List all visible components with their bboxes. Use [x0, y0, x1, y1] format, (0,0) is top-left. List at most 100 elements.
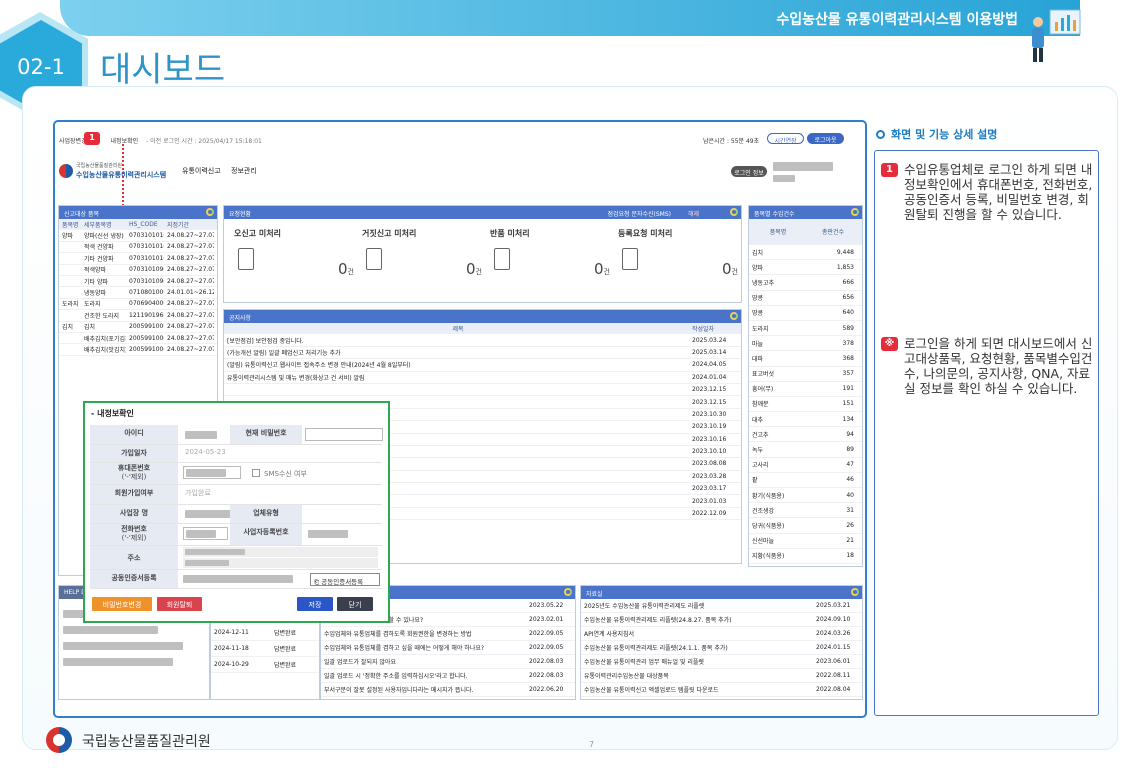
table-row[interactable]: 배추김치(맛김치)200599100024.08.27~27.07.31 [59, 344, 217, 356]
table-row[interactable]: 김치 김치 200599100024.08.27~27.07.31 [59, 322, 217, 333]
table-row[interactable]: 대파 368 [749, 351, 862, 367]
table-row[interactable]: 신선마늘 21 [749, 534, 862, 549]
table-row[interactable]: 고사리 47 [749, 458, 862, 473]
change-password-button[interactable]: 비밀번호변경 [92, 597, 152, 611]
cert-register-button[interactable]: ⎗ 공동인증서등록 [310, 573, 380, 586]
table-row[interactable]: (알림) 유통이력신고 웹사이트 접속주소 변경 안내(2024년 4월 8일부… [224, 359, 741, 372]
request-item[interactable]: 등록요청 미처리 0건 [618, 228, 738, 288]
page-number: 7 [589, 740, 595, 749]
table-row[interactable]: 수입농산물 유통이력관리제도 리플렛(24.8.27. 품목 추가) 2024.0… [581, 613, 862, 627]
table-row[interactable]: 팥 46 [749, 473, 862, 488]
import-count: 666 [842, 278, 854, 286]
faq-date: 2022.08.03 [529, 672, 564, 679]
table-row[interactable]: 기타 건양파 070310101024.08.27~27.07.31 [59, 253, 217, 265]
table-row[interactable]: 일괄 업로드 시 '정확한 주소를 입력하십시오'라고 합니다. 2022.08.… [321, 669, 575, 683]
table-row[interactable]: 냉동고추 666 [749, 275, 862, 291]
withdraw-button[interactable]: 회원탈퇴 [157, 597, 202, 611]
table-row[interactable]: 대추 134 [749, 412, 862, 428]
table-row[interactable]: 당귀(식품용) 26 [749, 518, 862, 534]
import-count: 21 [846, 537, 854, 545]
table-row[interactable]: (가능개선 알림) 일괄 폐업신고 처리기능 추가 2025.03.14 [224, 347, 741, 360]
table-row[interactable]: 수입농산물 유통이력관리 업무 매뉴얼 및 리플렛 2023.06.01 [581, 655, 862, 669]
table-row[interactable]: 적색 건양파 070310101024.08.27~27.07.31 [59, 242, 217, 254]
my-info-link[interactable]: 내정보확인 [111, 138, 139, 145]
table-row[interactable]: 2025년도 수입농산물 유통이력관리제도 리플렛 2025.03.21 [581, 599, 862, 613]
save-button[interactable]: 저장 [297, 597, 333, 611]
table-row[interactable]: 건조한 도라지 121190196024.08.27~27.07.31 [59, 310, 217, 322]
site-change-link[interactable]: 사업장변경 [59, 138, 87, 145]
address-input[interactable] [183, 547, 378, 557]
table-row[interactable]: 부서구분이 잘못 설정된 사용자입니다라는 메시지가 뜹니다. 2022.06.2… [321, 683, 575, 697]
nav-info-management[interactable]: 정보관리 [231, 166, 257, 176]
refresh-icon[interactable] [730, 208, 738, 216]
table-row[interactable]: 수입업체와 유통업체를 겸하고 싶을 때에는 어떻게 해야 하나요? 2022.0… [321, 641, 575, 655]
address-detail-input[interactable] [183, 558, 378, 568]
table-row[interactable]: 배추김치(포기김치)200599100024.08.27~27.07.31 [59, 333, 217, 345]
table-row[interactable]: 수입업체와 유통업체를 겸하도록 회원권한을 변경하는 방법 2022.09.05 [321, 627, 575, 641]
table-row[interactable]: 수입농산물 유통이력관리제도 리플렛(24.1.1. 품목 추가) 2024.01… [581, 641, 862, 655]
login-info-button[interactable]: 로그인 정보 [731, 166, 767, 177]
tel-input[interactable] [183, 527, 228, 540]
table-row[interactable]: 참깨분 151 [749, 397, 862, 413]
refresh-icon[interactable] [851, 208, 859, 216]
table-row[interactable]: [보안점검] 보안점검 중입니다. 2025.03.24 [224, 334, 741, 347]
table-row[interactable]: 땅콩 656 [749, 291, 862, 306]
table-row[interactable]: 유통이력관리시스템 및 매뉴 변경(화상고 건 서비) 알림 2024.01.04 [224, 372, 741, 384]
table-row[interactable]: 도라지 도라지 070690400024.08.27~27.07.31 [59, 299, 217, 311]
table-row[interactable]: 도라지 589 [749, 321, 862, 337]
table-row[interactable]: 건조생강 31 [749, 503, 862, 519]
table-row[interactable]: 일괄 업로드가 잘되지 않아요 2022.08.03 [321, 655, 575, 669]
sms-checkbox[interactable] [252, 469, 260, 477]
table-row[interactable]: 냉동양파 071080100024.01.01~26.12.31 [59, 287, 217, 299]
table-row[interactable]: 수입농산물 유통이력신고 엑셀업로드 템플릿 다운로드 2022.08.04 [581, 683, 862, 697]
table-row[interactable]: 흥어(무) 191 [749, 382, 862, 397]
table-row[interactable]: 유통이력관리수입농산물 대상품목 2022.08.11 [581, 669, 862, 683]
extend-session-button[interactable]: 시간연장 [767, 133, 804, 144]
table-row[interactable]: 건고추 94 [749, 427, 862, 443]
table-row[interactable]: 김치 9,448 [749, 245, 862, 261]
table-row[interactable]: 표고버섯 357 [749, 367, 862, 382]
table-row[interactable]: 마늘 378 [749, 336, 862, 352]
sms-toggle[interactable]: 해제 [688, 209, 699, 218]
import-item: 건고추 [752, 431, 769, 439]
close-button[interactable]: 닫기 [337, 597, 373, 611]
inquiry-status: 답변완료 [274, 662, 297, 669]
table-cell: 도라지 [84, 301, 101, 309]
refresh-icon[interactable] [851, 588, 859, 596]
faq-date: 2022.09.05 [529, 644, 564, 651]
refresh-icon[interactable] [206, 208, 214, 216]
request-item[interactable]: 오신고 미처리 0건 [234, 228, 354, 288]
address-label: 주소 [90, 546, 178, 569]
table-row[interactable]: 녹두 89 [749, 442, 862, 458]
refresh-icon[interactable] [564, 588, 572, 596]
page-title: 대시보드 [100, 50, 226, 90]
request-item[interactable]: 반품 미처리 0건 [490, 228, 610, 288]
table-row[interactable]: API연계 사용지침서 2024.03.26 [581, 627, 862, 641]
table-cell: 배추김치(포기김치) [84, 335, 126, 343]
slide-header-bar: 수입농산물 유통이력관리시스템 이용방법 [60, 0, 1080, 36]
table-row[interactable]: 적색양파 070310109024.08.27~27.07.31 [59, 265, 217, 276]
logout-button[interactable]: 로그아웃 [807, 133, 844, 144]
phone-input[interactable] [183, 466, 241, 479]
table-row[interactable]: 양파 1,853 [749, 260, 862, 276]
logo-system[interactable]: 수입농산물유통이력관리시스템 [76, 170, 166, 180]
popup-row: 공동인증서등록 ⎗ 공동인증서등록 [90, 570, 382, 589]
description-badge-1: 1 [881, 163, 898, 177]
table-row[interactable]: 2024-10-29 답변완료 [211, 657, 319, 673]
table-row[interactable]: 양파 양파(신선 냉장) 070310101024.08.27~27.07.31 [59, 230, 217, 242]
table-row[interactable]: 땅콩 640 [749, 306, 862, 321]
table-row[interactable]: 지황(식품용) 18 [749, 549, 862, 564]
nav-distribution-report[interactable]: 유통이력신고 [182, 166, 221, 176]
table-cell: 배추김치(맛김치) [84, 346, 126, 354]
refresh-icon[interactable] [730, 312, 738, 320]
table-row[interactable]: 2024-12-11 답변완료 [211, 625, 319, 641]
table-row[interactable]: 황기(식품용) 40 [749, 488, 862, 504]
request-item[interactable]: 거짓신고 미처리 0건 [362, 228, 482, 288]
table-row[interactable]: 기타 양파 070310109024.08.27~27.07.31 [59, 276, 217, 288]
table-cell: 0703101090 [129, 266, 164, 274]
table-row[interactable]: 2023.12.15 [224, 384, 741, 397]
description-text-1: 수입유통업체로 로그인 하게 되면 내정보확인에서 휴대폰번호, 전화번호, 공… [904, 162, 1093, 222]
member-status-value: 가입완료 [185, 489, 211, 497]
table-row[interactable]: 2024-11-18 답변완료 [211, 641, 319, 657]
password-input[interactable] [305, 428, 383, 441]
